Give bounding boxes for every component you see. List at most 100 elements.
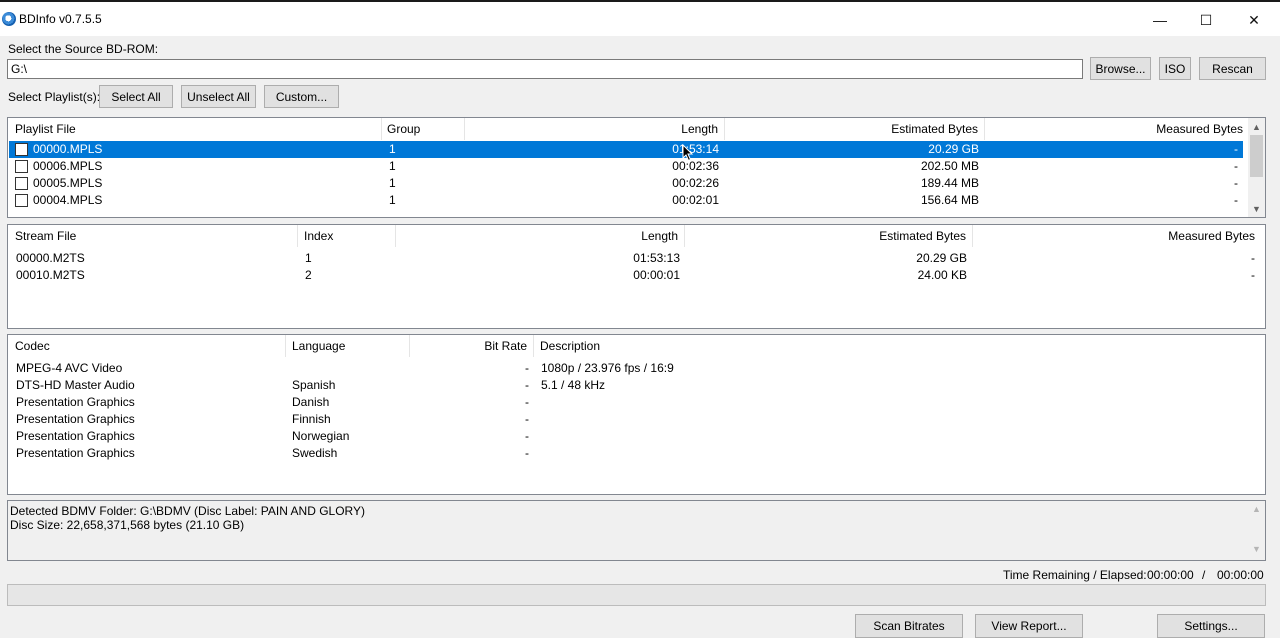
playlist-estimated-bytes: 202.50 MB — [920, 159, 979, 173]
playlist-checkbox[interactable] — [15, 194, 28, 207]
playlist-length: 00:02:01 — [672, 193, 719, 207]
playlist-file: 00006.MPLS — [33, 159, 103, 173]
playlist-row[interactable]: 00006.MPLS 1 00:02:36 202.50 MB - — [9, 158, 1243, 175]
column-header-description[interactable]: Description — [534, 335, 934, 357]
playlist-measured-bytes: - — [1234, 176, 1238, 190]
codec-language: Danish — [292, 395, 330, 409]
column-header-stream-file[interactable]: Stream File — [9, 225, 298, 247]
bdinfo-app-icon — [2, 12, 16, 26]
playlist-length: 00:02:36 — [672, 159, 719, 173]
scroll-down-icon[interactable]: ▼ — [1250, 544, 1263, 557]
maximize-button[interactable]: ☐ — [1183, 4, 1229, 36]
playlist-group: 1 — [389, 176, 396, 190]
unselect-all-button[interactable]: Unselect All — [181, 85, 256, 108]
codec-bit-rate: - — [525, 429, 529, 443]
playlist-file: 00000.MPLS — [33, 142, 103, 156]
codec-name: DTS-HD Master Audio — [16, 378, 135, 392]
codec-bit-rate: - — [525, 395, 529, 409]
codec-description: 5.1 / 48 kHz — [541, 378, 606, 392]
time-elapsed-value: 00:00:00 — [1217, 568, 1264, 582]
playlist-checkbox[interactable] — [15, 177, 28, 190]
codec-row[interactable]: Presentation Graphics Norwegian - — [9, 428, 1259, 445]
column-header-measured-bytes[interactable]: Measured Bytes — [985, 118, 1249, 140]
column-header-length[interactable]: Length — [465, 118, 725, 140]
codec-bit-rate: - — [525, 378, 529, 392]
codec-description: 1080p / 23.976 fps / 16:9 — [541, 361, 674, 375]
view-report-button[interactable]: View Report... — [975, 614, 1083, 638]
stream-file-list[interactable]: Stream File Index Length Estimated Bytes… — [7, 224, 1266, 329]
source-path-input[interactable]: G:\ — [7, 59, 1083, 79]
codec-name: Presentation Graphics — [16, 429, 135, 443]
codec-bit-rate: - — [525, 412, 529, 426]
playlist-file: 00005.MPLS — [33, 176, 103, 190]
stream-length: 00:00:01 — [633, 268, 680, 282]
codec-bit-rate: - — [525, 446, 529, 460]
playlist-checkbox[interactable] — [15, 160, 28, 173]
codec-row[interactable]: Presentation Graphics Finnish - — [9, 411, 1259, 428]
playlist-estimated-bytes: 189.44 MB — [920, 176, 979, 190]
codec-row[interactable]: DTS-HD Master Audio Spanish - 5.1 / 48 k… — [9, 377, 1259, 394]
close-button[interactable]: ✕ — [1231, 4, 1277, 36]
stream-row[interactable]: 00010.M2TS 2 00:00:01 24.00 KB - — [9, 267, 1259, 284]
iso-button[interactable]: ISO — [1159, 57, 1191, 80]
window-title: BDInfo v0.7.5.5 — [19, 12, 102, 26]
stream-length: 01:53:13 — [633, 251, 680, 265]
column-header-estimated-bytes[interactable]: Estimated Bytes — [685, 225, 973, 247]
codec-row[interactable]: Presentation Graphics Danish - — [9, 394, 1259, 411]
playlist-row[interactable]: 00000.MPLS 1 01:53:14 20.29 GB - — [9, 141, 1243, 158]
scroll-up-icon[interactable]: ▲ — [1248, 118, 1265, 135]
column-header-measured-bytes[interactable]: Measured Bytes — [973, 225, 1261, 247]
select-all-button[interactable]: Select All — [99, 85, 173, 108]
playlist-row[interactable]: 00004.MPLS 1 00:02:01 156.64 MB - — [9, 192, 1243, 209]
playlist-length: 01:53:14 — [672, 142, 719, 156]
minimize-button[interactable]: — — [1137, 4, 1183, 36]
playlist-group: 1 — [389, 159, 396, 173]
column-header-length[interactable]: Length — [396, 225, 685, 247]
codec-row[interactable]: MPEG-4 AVC Video - 1080p / 23.976 fps / … — [9, 360, 1259, 377]
detected-folder-text: Detected BDMV Folder: G:\BDMV (Disc Labe… — [10, 504, 365, 518]
column-header-index[interactable]: Index — [298, 225, 396, 247]
stream-file: 00000.M2TS — [16, 251, 85, 265]
stream-estimated-bytes: 24.00 KB — [917, 268, 967, 282]
stream-estimated-bytes: 20.29 GB — [916, 251, 967, 265]
scroll-down-icon[interactable]: ▼ — [1248, 200, 1265, 217]
rescan-button[interactable]: Rescan — [1199, 57, 1266, 80]
time-remaining-value: 00:00:00 — [1147, 568, 1194, 582]
column-header-bit-rate[interactable]: Bit Rate — [410, 335, 534, 357]
codec-list[interactable]: Codec Language Bit Rate Description MPEG… — [7, 334, 1266, 495]
column-header-playlist-file[interactable]: Playlist File — [9, 118, 382, 140]
codec-row[interactable]: Presentation Graphics Swedish - — [9, 445, 1259, 462]
column-header-estimated-bytes[interactable]: Estimated Bytes — [725, 118, 985, 140]
select-playlists-label: Select Playlist(s): — [8, 90, 101, 104]
column-header-group[interactable]: Group — [381, 118, 465, 140]
column-header-codec[interactable]: Codec — [9, 335, 286, 357]
browse-button[interactable]: Browse... — [1090, 57, 1151, 80]
playlist-scrollbar[interactable]: ▲ ▼ — [1248, 118, 1265, 217]
codec-name: MPEG-4 AVC Video — [16, 361, 123, 375]
column-header-language[interactable]: Language — [286, 335, 410, 357]
playlist-checkbox[interactable] — [15, 143, 28, 156]
codec-name: Presentation Graphics — [16, 395, 135, 409]
scan-progress-bar — [7, 584, 1266, 606]
stream-index: 2 — [305, 268, 312, 282]
disc-info-textarea[interactable]: Detected BDMV Folder: G:\BDMV (Disc Labe… — [7, 500, 1266, 561]
playlist-list[interactable]: Playlist File Group Length Estimated Byt… — [7, 117, 1266, 218]
scan-bitrates-button[interactable]: Scan Bitrates — [855, 614, 963, 638]
playlist-estimated-bytes: 156.64 MB — [920, 193, 979, 207]
playlist-row[interactable]: 00005.MPLS 1 00:02:26 189.44 MB - — [9, 175, 1243, 192]
playlist-estimated-bytes: 20.29 GB — [928, 142, 979, 156]
custom-button[interactable]: Custom... — [264, 85, 339, 108]
codec-language: Swedish — [292, 446, 338, 460]
playlist-file: 00004.MPLS — [33, 193, 103, 207]
playlist-group: 1 — [389, 142, 396, 156]
playlist-measured-bytes: - — [1234, 142, 1238, 156]
time-separator: / — [1202, 568, 1206, 582]
stream-measured-bytes: - — [1251, 251, 1255, 265]
codec-language: Norwegian — [292, 429, 350, 443]
disc-size-text: Disc Size: 22,658,371,568 bytes (21.10 G… — [10, 518, 245, 532]
stream-measured-bytes: - — [1251, 268, 1255, 282]
settings-button[interactable]: Settings... — [1157, 614, 1265, 638]
stream-row[interactable]: 00000.M2TS 1 01:53:13 20.29 GB - — [9, 250, 1259, 267]
scroll-up-icon[interactable]: ▲ — [1250, 504, 1263, 517]
scrollbar-thumb[interactable] — [1250, 135, 1263, 177]
